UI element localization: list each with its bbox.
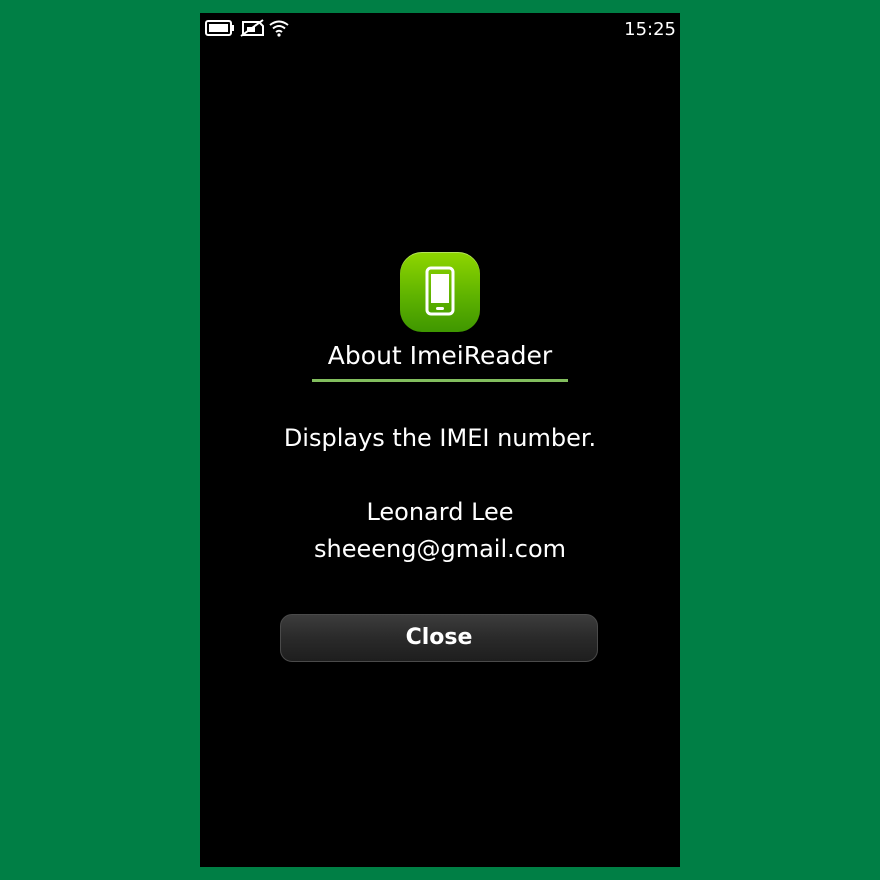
app-icon	[400, 252, 480, 332]
phone-icon	[425, 266, 455, 316]
app-description: Displays the IMEI number.	[283, 424, 597, 452]
no-sim-icon	[239, 19, 265, 41]
dialog-title: About ImeiReader	[327, 341, 553, 370]
wifi-icon	[269, 19, 289, 41]
status-clock: 15:25	[624, 19, 676, 40]
battery-icon	[205, 19, 235, 41]
phone-screen: 15:25 About ImeiReader Displays the IMEI…	[200, 13, 680, 867]
author-name: Leonard Lee	[366, 498, 514, 526]
title-divider	[312, 379, 568, 382]
author-email: sheeeng@gmail.com	[314, 535, 566, 563]
close-button[interactable]: Close	[280, 614, 598, 662]
status-bar: 15:25	[200, 13, 680, 47]
